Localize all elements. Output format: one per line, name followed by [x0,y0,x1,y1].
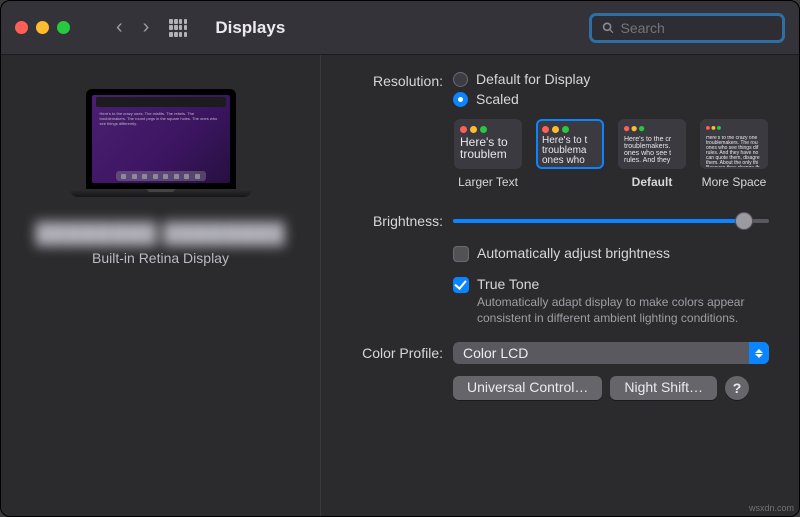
checkbox-icon [453,246,469,262]
color-profile-row: Color Profile: Color LCD [339,342,769,364]
thumb-option-2[interactable]: Here's to t troublema ones who [535,119,605,189]
thumb-label: Default [632,175,673,189]
nav-controls: ‹ › [116,16,187,39]
fullscreen-icon[interactable] [57,21,70,34]
content: Here's to the crazy ones. The misfits. T… [1,55,799,516]
titlebar: ‹ › Displays [1,1,799,55]
checkbox-label: Automatically adjust brightness [477,245,670,261]
thumb-label: More Space [702,175,767,189]
brightness-row: Brightness: [339,211,769,231]
radio-icon [453,92,468,107]
thumb-larger-text[interactable]: Here's to troublem Larger Text [453,119,523,189]
resolution-label: Resolution: [339,71,453,111]
color-profile-label: Color Profile: [339,345,453,361]
close-icon[interactable] [15,21,28,34]
device-name: ████████ ████████ [36,223,285,246]
slider-knob-icon [735,212,753,230]
night-shift-button[interactable]: Night Shift… [610,376,717,400]
device-subtitle: Built-in Retina Display [92,250,229,266]
thumb-default[interactable]: Here's to the cr troublemakers. ones who… [617,119,687,189]
chevron-updown-icon [749,342,769,364]
search-field[interactable] [589,13,785,43]
resolution-row: Resolution: Default for Display Scaled [339,71,769,111]
sidebar: Here's to the crazy ones. The misfits. T… [1,55,321,516]
radio-label: Scaled [476,91,519,107]
minimize-icon[interactable] [36,21,49,34]
search-input[interactable] [620,20,772,36]
search-icon [602,21,614,35]
select-value: Color LCD [463,345,528,361]
settings-panel: Resolution: Default for Display Scaled H… [321,55,799,516]
checkbox-label: True Tone [477,276,769,292]
radio-scaled[interactable]: Scaled [453,91,769,107]
resolution-thumbnails: Here's to troublem Larger Text Here's to… [339,119,769,189]
brightness-label: Brightness: [339,213,453,229]
checkbox-true-tone[interactable]: True Tone Automatically adapt display to… [453,276,769,326]
forward-button[interactable]: › [143,16,150,39]
brightness-slider[interactable] [453,211,769,231]
thumb-more-space[interactable]: Here's to the crazy one troublemakers. T… [699,119,769,189]
universal-control-button[interactable]: Universal Control… [453,376,602,400]
thumb-label: Larger Text [458,175,518,189]
apps-grid-icon[interactable] [169,19,187,37]
page-title: Displays [215,18,285,38]
window-controls [15,21,70,34]
checkbox-icon [453,277,469,293]
radio-icon [453,72,468,87]
device-preview: Here's to the crazy ones. The misfits. T… [70,89,252,209]
true-tone-description: Automatically adapt display to make colo… [477,294,769,326]
watermark: wsxdn.com [749,503,794,513]
preferences-window: ‹ › Displays Here's to the crazy ones. T… [0,0,800,517]
radio-label: Default for Display [476,71,590,87]
color-profile-select[interactable]: Color LCD [453,342,769,364]
checkbox-auto-brightness[interactable]: Automatically adjust brightness [453,245,769,262]
radio-default-for-display[interactable]: Default for Display [453,71,769,87]
back-button[interactable]: ‹ [116,16,123,39]
button-row: Universal Control… Night Shift… ? [339,376,769,400]
help-button[interactable]: ? [725,376,749,400]
